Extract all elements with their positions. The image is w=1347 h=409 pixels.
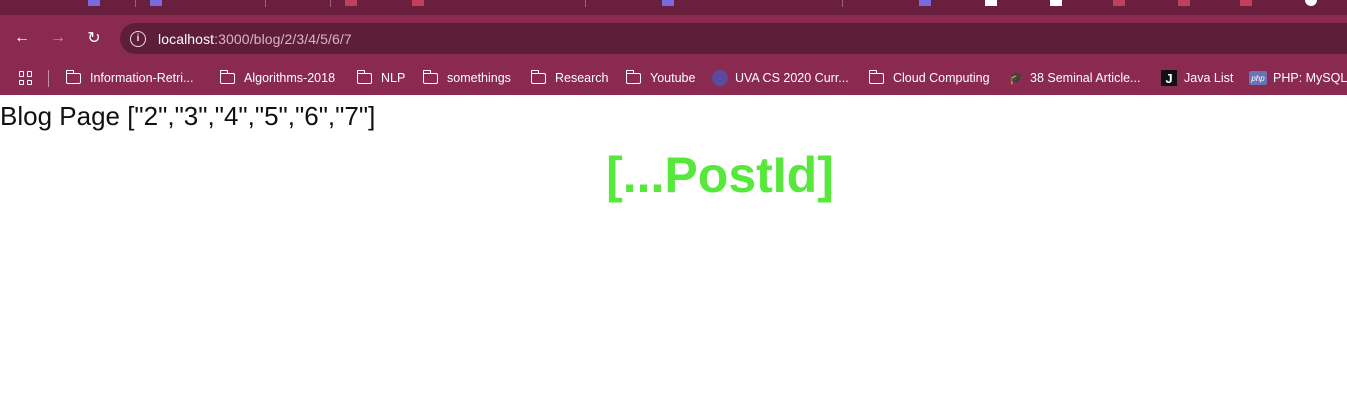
- tab-separator: [585, 0, 586, 7]
- bookmark-label: Cloud Computing: [893, 71, 990, 85]
- url-host: localhost: [158, 30, 215, 47]
- bookmark-38-seminal-articles[interactable]: 🎓 38 Seminal Article...: [1008, 61, 1141, 95]
- tab-favicon[interactable]: [1305, 0, 1317, 6]
- back-button[interactable]: ←: [9, 25, 35, 51]
- bookmark-nlp[interactable]: NLP: [356, 61, 406, 95]
- bookmark-label: Research: [555, 71, 609, 85]
- tab-favicon[interactable]: [1178, 0, 1190, 6]
- bookmark-label: Algorithms-2018: [244, 71, 336, 85]
- uva-icon: [712, 70, 728, 86]
- bookmark-label: NLP: [381, 71, 406, 85]
- tab-favicon[interactable]: [985, 0, 997, 6]
- post-id-title: [...PostId]: [606, 147, 834, 203]
- tab-strip: [0, 0, 1347, 15]
- tab-separator: [330, 0, 331, 7]
- bookmark-label: Youtube: [650, 71, 696, 85]
- bookmark-label: PHP: MySQL: [1273, 71, 1347, 85]
- url-path: :3000/blog/2/3/4/5/6/7: [214, 30, 352, 47]
- bookmark-algorithms-2018[interactable]: Algorithms-2018: [219, 61, 336, 95]
- bookmark-uva-cs-2020[interactable]: UVA CS 2020 Curr...: [712, 61, 849, 95]
- tab-favicon[interactable]: [1113, 0, 1125, 6]
- bookmark-label: Information-Retri...: [90, 71, 194, 85]
- tab-favicon[interactable]: [662, 0, 674, 6]
- forward-button[interactable]: →: [45, 25, 71, 51]
- php-icon: php: [1249, 71, 1267, 85]
- page-heading: Blog Page ["2","3","4","5","6","7"]: [0, 101, 376, 131]
- bookmark-label: UVA CS 2020 Curr...: [735, 71, 849, 85]
- reload-button[interactable]: ↻: [81, 25, 107, 51]
- browser-toolbar: ← → ↻ i localhost:3000/blog/2/3/4/5/6/7: [0, 15, 1347, 61]
- tab-favicon[interactable]: [412, 0, 424, 6]
- folder-icon: [868, 69, 884, 84]
- bookmarks-bar: Information-Retri... Algorithms-2018 NLP…: [0, 61, 1347, 95]
- folder-icon: [65, 69, 81, 84]
- bookmark-java-list[interactable]: J Java List: [1161, 61, 1233, 95]
- folder-icon: [530, 69, 546, 84]
- tab-favicon[interactable]: [919, 0, 931, 6]
- tab-favicon[interactable]: [150, 0, 162, 6]
- folder-icon: [219, 69, 235, 84]
- tab-separator: [842, 0, 843, 7]
- folder-icon: [422, 69, 438, 84]
- tab-separator: [265, 0, 266, 7]
- tab-favicon[interactable]: [88, 0, 100, 6]
- tab-separator: [135, 0, 136, 7]
- bookmark-label: somethings: [447, 71, 511, 85]
- info-icon-glyph: i: [136, 33, 140, 44]
- tab-favicon[interactable]: [1050, 0, 1062, 6]
- tab-favicon[interactable]: [345, 0, 357, 6]
- j-icon: J: [1161, 70, 1177, 86]
- bookmarks-divider: [48, 70, 49, 87]
- apps-grid-icon[interactable]: [19, 71, 33, 85]
- tab-favicon[interactable]: [1240, 0, 1252, 6]
- bookmark-information-retrieval[interactable]: Information-Retri...: [65, 61, 194, 95]
- reload-icon: ↻: [87, 30, 101, 47]
- folder-icon: [625, 69, 641, 84]
- bookmark-label: Java List: [1184, 71, 1234, 85]
- graduation-cap-icon: 🎓: [1008, 71, 1024, 85]
- bookmark-research[interactable]: Research: [530, 61, 609, 95]
- arrow-left-icon: ←: [14, 29, 30, 46]
- arrow-right-icon: →: [50, 29, 66, 46]
- info-icon[interactable]: i: [130, 30, 146, 47]
- url-text[interactable]: localhost:3000/blog/2/3/4/5/6/7: [158, 31, 352, 47]
- bookmark-label: 38 Seminal Article...: [1030, 71, 1141, 85]
- folder-icon: [356, 69, 372, 84]
- bookmark-php-mysql[interactable]: php PHP: MySQL: [1249, 61, 1347, 95]
- bookmark-youtube[interactable]: Youtube: [625, 61, 696, 95]
- bookmark-cloud-computing[interactable]: Cloud Computing: [868, 61, 990, 95]
- address-bar[interactable]: i localhost:3000/blog/2/3/4/5/6/7: [120, 23, 1347, 54]
- bookmark-somethings[interactable]: somethings: [422, 61, 511, 95]
